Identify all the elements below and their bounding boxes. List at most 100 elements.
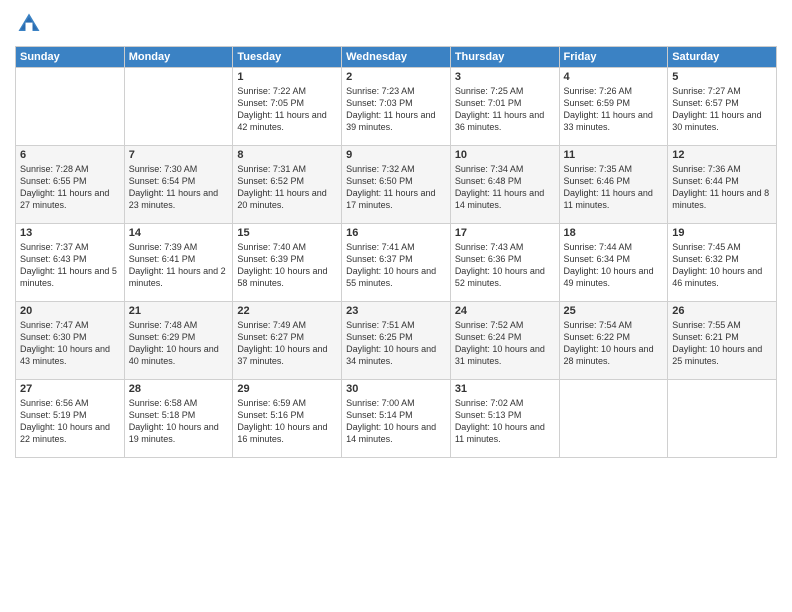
calendar-cell: 20 Sunrise: 7:47 AMSunset: 6:30 PMDayligh… <box>16 302 125 380</box>
cell-info: Sunrise: 7:27 AMSunset: 6:57 PMDaylight:… <box>672 85 772 134</box>
calendar-cell <box>668 380 777 458</box>
calendar-cell: 11 Sunrise: 7:35 AMSunset: 6:46 PMDayligh… <box>559 146 668 224</box>
day-number: 18 <box>564 227 664 239</box>
day-number: 22 <box>237 305 337 317</box>
day-number: 14 <box>129 227 229 239</box>
cell-info: Sunrise: 7:49 AMSunset: 6:27 PMDaylight:… <box>237 319 337 368</box>
week-row-2: 6 Sunrise: 7:28 AMSunset: 6:55 PMDaylight… <box>16 146 777 224</box>
day-number: 7 <box>129 149 229 161</box>
calendar-cell: 9 Sunrise: 7:32 AMSunset: 6:50 PMDaylight… <box>342 146 451 224</box>
cell-info: Sunrise: 7:34 AMSunset: 6:48 PMDaylight:… <box>455 163 555 212</box>
calendar-cell: 6 Sunrise: 7:28 AMSunset: 6:55 PMDaylight… <box>16 146 125 224</box>
day-number: 9 <box>346 149 446 161</box>
calendar-page: SundayMondayTuesdayWednesdayThursdayFrid… <box>0 0 792 612</box>
day-number: 6 <box>20 149 120 161</box>
day-number: 13 <box>20 227 120 239</box>
calendar-cell: 16 Sunrise: 7:41 AMSunset: 6:37 PMDayligh… <box>342 224 451 302</box>
day-number: 31 <box>455 383 555 395</box>
calendar-cell: 30 Sunrise: 7:00 AMSunset: 5:14 PMDayligh… <box>342 380 451 458</box>
calendar-cell: 15 Sunrise: 7:40 AMSunset: 6:39 PMDayligh… <box>233 224 342 302</box>
calendar-cell: 7 Sunrise: 7:30 AMSunset: 6:54 PMDaylight… <box>124 146 233 224</box>
calendar-cell: 19Sunrise: 7:45 AMSunset: 6:32 PMDayligh… <box>668 224 777 302</box>
cell-info: Sunrise: 7:25 AMSunset: 7:01 PMDaylight:… <box>455 85 555 134</box>
calendar-cell: 14 Sunrise: 7:39 AMSunset: 6:41 PMDayligh… <box>124 224 233 302</box>
day-number: 26 <box>672 305 772 317</box>
calendar-cell: 29 Sunrise: 6:59 AMSunset: 5:16 PMDayligh… <box>233 380 342 458</box>
calendar-cell: 23 Sunrise: 7:51 AMSunset: 6:25 PMDayligh… <box>342 302 451 380</box>
week-row-3: 13Sunrise: 7:37 AMSunset: 6:43 PMDayligh… <box>16 224 777 302</box>
cell-info: Sunrise: 7:32 AMSunset: 6:50 PMDaylight:… <box>346 163 446 212</box>
cell-info: Sunrise: 7:55 AMSunset: 6:21 PMDaylight:… <box>672 319 772 368</box>
cell-info: Sunrise: 7:51 AMSunset: 6:25 PMDaylight:… <box>346 319 446 368</box>
calendar-cell: 28Sunrise: 6:58 AMSunset: 5:18 PMDayligh… <box>124 380 233 458</box>
weekday-monday: Monday <box>124 47 233 68</box>
weekday-sunday: Sunday <box>16 47 125 68</box>
cell-info: Sunrise: 7:00 AMSunset: 5:14 PMDaylight:… <box>346 397 446 446</box>
cell-info: Sunrise: 7:22 AMSunset: 7:05 PMDaylight:… <box>237 85 337 134</box>
day-number: 8 <box>237 149 337 161</box>
weekday-thursday: Thursday <box>450 47 559 68</box>
cell-info: Sunrise: 7:36 AMSunset: 6:44 PMDaylight:… <box>672 163 772 212</box>
day-number: 2 <box>346 71 446 83</box>
cell-info: Sunrise: 7:45 AMSunset: 6:32 PMDaylight:… <box>672 241 772 290</box>
cell-info: Sunrise: 7:39 AMSunset: 6:41 PMDaylight:… <box>129 241 229 290</box>
calendar-cell: 21 Sunrise: 7:48 AMSunset: 6:29 PMDayligh… <box>124 302 233 380</box>
calendar-cell: 26 Sunrise: 7:55 AMSunset: 6:21 PMDayligh… <box>668 302 777 380</box>
cell-info: Sunrise: 7:47 AMSunset: 6:30 PMDaylight:… <box>20 319 120 368</box>
cell-info: Sunrise: 7:40 AMSunset: 6:39 PMDaylight:… <box>237 241 337 290</box>
cell-info: Sunrise: 7:02 AMSunset: 5:13 PMDaylight:… <box>455 397 555 446</box>
day-number: 23 <box>346 305 446 317</box>
cell-info: Sunrise: 7:41 AMSunset: 6:37 PMDaylight:… <box>346 241 446 290</box>
calendar-cell: 12 Sunrise: 7:36 AMSunset: 6:44 PMDayligh… <box>668 146 777 224</box>
cell-info: Sunrise: 7:48 AMSunset: 6:29 PMDaylight:… <box>129 319 229 368</box>
cell-info: Sunrise: 6:58 AMSunset: 5:18 PMDaylight:… <box>129 397 229 446</box>
cell-info: Sunrise: 6:56 AMSunset: 5:19 PMDaylight:… <box>20 397 120 446</box>
calendar-cell: 13Sunrise: 7:37 AMSunset: 6:43 PMDayligh… <box>16 224 125 302</box>
day-number: 21 <box>129 305 229 317</box>
calendar-cell: 18Sunrise: 7:44 AMSunset: 6:34 PMDayligh… <box>559 224 668 302</box>
cell-info: Sunrise: 7:35 AMSunset: 6:46 PMDaylight:… <box>564 163 664 212</box>
calendar-cell: 2 Sunrise: 7:23 AMSunset: 7:03 PMDaylight… <box>342 68 451 146</box>
calendar-cell <box>16 68 125 146</box>
logo <box>15 10 47 38</box>
day-number: 17 <box>455 227 555 239</box>
cell-info: Sunrise: 7:31 AMSunset: 6:52 PMDaylight:… <box>237 163 337 212</box>
calendar-table: SundayMondayTuesdayWednesdayThursdayFrid… <box>15 46 777 458</box>
calendar-cell: 24 Sunrise: 7:52 AMSunset: 6:24 PMDayligh… <box>450 302 559 380</box>
cell-info: Sunrise: 7:28 AMSunset: 6:55 PMDaylight:… <box>20 163 120 212</box>
cell-info: Sunrise: 7:23 AMSunset: 7:03 PMDaylight:… <box>346 85 446 134</box>
cell-info: Sunrise: 7:54 AMSunset: 6:22 PMDaylight:… <box>564 319 664 368</box>
logo-icon <box>15 10 43 38</box>
calendar-cell: 27Sunrise: 6:56 AMSunset: 5:19 PMDayligh… <box>16 380 125 458</box>
cell-info: Sunrise: 7:52 AMSunset: 6:24 PMDaylight:… <box>455 319 555 368</box>
weekday-wednesday: Wednesday <box>342 47 451 68</box>
week-row-4: 20 Sunrise: 7:47 AMSunset: 6:30 PMDayligh… <box>16 302 777 380</box>
week-row-5: 27Sunrise: 6:56 AMSunset: 5:19 PMDayligh… <box>16 380 777 458</box>
day-number: 20 <box>20 305 120 317</box>
header <box>15 10 777 38</box>
weekday-tuesday: Tuesday <box>233 47 342 68</box>
day-number: 30 <box>346 383 446 395</box>
day-number: 11 <box>564 149 664 161</box>
cell-info: Sunrise: 7:30 AMSunset: 6:54 PMDaylight:… <box>129 163 229 212</box>
calendar-cell: 3 Sunrise: 7:25 AMSunset: 7:01 PMDaylight… <box>450 68 559 146</box>
day-number: 1 <box>237 71 337 83</box>
weekday-friday: Friday <box>559 47 668 68</box>
day-number: 29 <box>237 383 337 395</box>
calendar-cell: 1 Sunrise: 7:22 AMSunset: 7:05 PMDaylight… <box>233 68 342 146</box>
calendar-cell: 5 Sunrise: 7:27 AMSunset: 6:57 PMDaylight… <box>668 68 777 146</box>
calendar-cell: 4 Sunrise: 7:26 AMSunset: 6:59 PMDaylight… <box>559 68 668 146</box>
calendar-cell: 22 Sunrise: 7:49 AMSunset: 6:27 PMDayligh… <box>233 302 342 380</box>
day-number: 3 <box>455 71 555 83</box>
calendar-cell: 31 Sunrise: 7:02 AMSunset: 5:13 PMDayligh… <box>450 380 559 458</box>
cell-info: Sunrise: 6:59 AMSunset: 5:16 PMDaylight:… <box>237 397 337 446</box>
cell-info: Sunrise: 7:26 AMSunset: 6:59 PMDaylight:… <box>564 85 664 134</box>
weekday-saturday: Saturday <box>668 47 777 68</box>
day-number: 5 <box>672 71 772 83</box>
cell-info: Sunrise: 7:43 AMSunset: 6:36 PMDaylight:… <box>455 241 555 290</box>
day-number: 24 <box>455 305 555 317</box>
day-number: 15 <box>237 227 337 239</box>
day-number: 16 <box>346 227 446 239</box>
day-number: 12 <box>672 149 772 161</box>
day-number: 4 <box>564 71 664 83</box>
